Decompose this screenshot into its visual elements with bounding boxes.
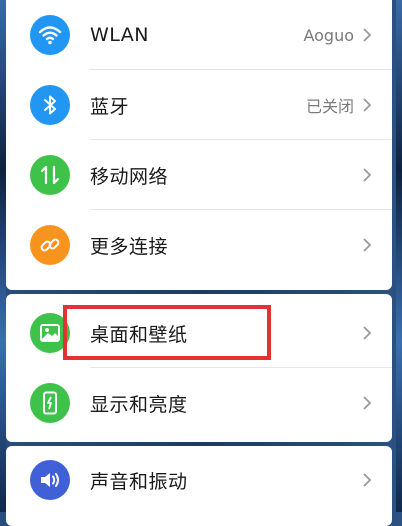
chevron-right-icon [363, 326, 372, 340]
settings-item-bluetooth[interactable]: 蓝牙 已关闭 [6, 70, 392, 140]
highlight-annotation-box [63, 305, 271, 360]
speaker-icon [30, 460, 70, 500]
chevron-right-icon [363, 168, 372, 182]
bluetooth-label: 蓝牙 [90, 95, 130, 118]
chevron-right-icon [363, 473, 372, 487]
wallpaper-edge-right [396, 0, 402, 512]
wlan-value: Aoguo [303, 25, 354, 45]
wifi-icon [30, 15, 70, 55]
settings-item-more-connections[interactable]: 更多连接 [6, 210, 392, 280]
bluetooth-value: 已关闭 [305, 97, 354, 116]
data-arrows-icon [30, 155, 70, 195]
phone-brightness-icon [30, 383, 70, 423]
wlan-label: WLAN [90, 24, 150, 46]
display-label: 显示和亮度 [90, 393, 188, 416]
settings-item-mobile-network[interactable]: 移动网络 [6, 140, 392, 210]
chevron-right-icon [363, 238, 372, 252]
more-connections-label: 更多连接 [90, 235, 169, 258]
bluetooth-icon [30, 85, 70, 125]
chevron-right-icon [363, 98, 372, 112]
chevron-right-icon [363, 396, 372, 410]
sound-card: 声音和振动 [6, 446, 392, 526]
chevron-right-icon [363, 28, 372, 42]
settings-item-sound[interactable]: 声音和振动 [6, 446, 392, 515]
connectivity-card: WLAN Aoguo 蓝牙 已关闭 移动网络 更多连接 [6, 0, 392, 290]
settings-item-wlan[interactable]: WLAN Aoguo [6, 0, 392, 70]
sound-label: 声音和振动 [90, 470, 188, 493]
settings-item-display[interactable]: 显示和亮度 [6, 368, 392, 438]
mobile-network-label: 移动网络 [90, 165, 169, 188]
link-icon [30, 225, 70, 265]
